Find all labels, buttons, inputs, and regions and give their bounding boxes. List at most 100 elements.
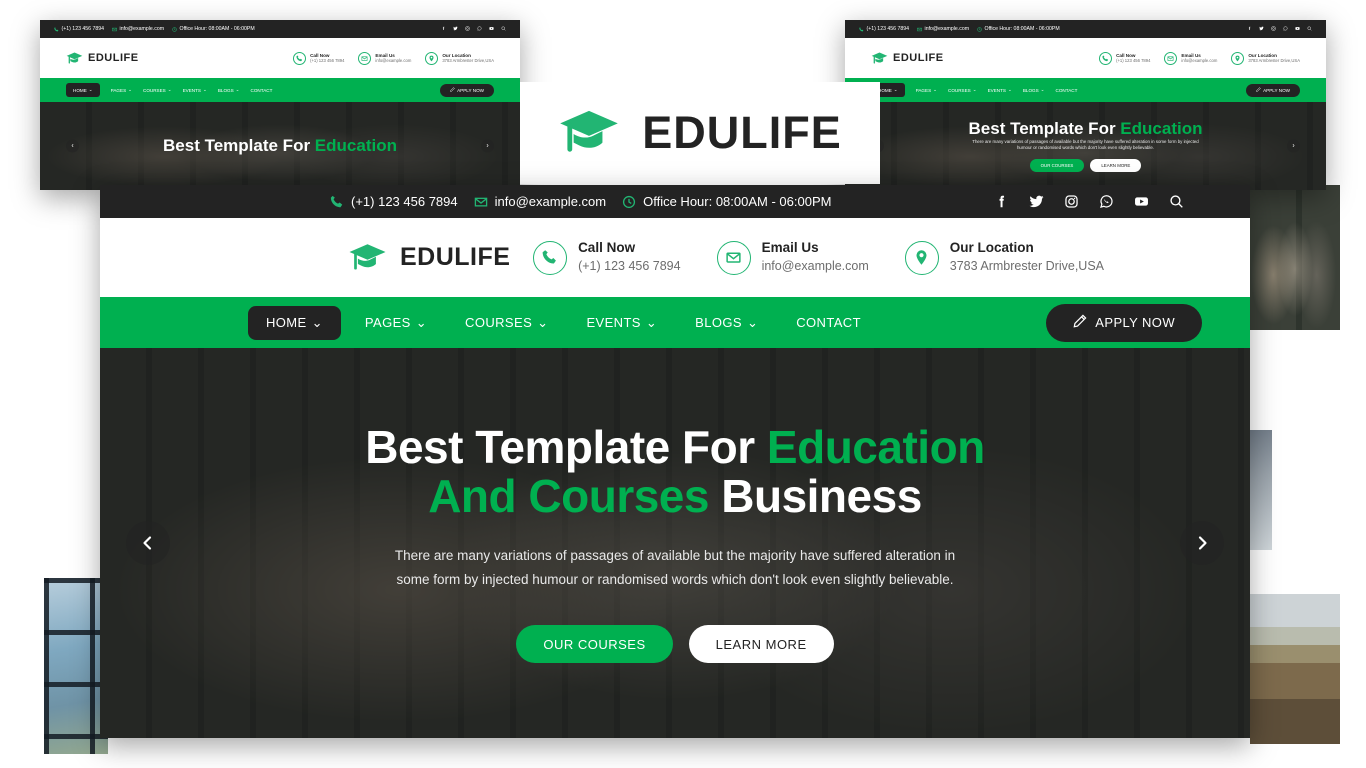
header-info-call[interactable]: Call Now (+1) 123 456 7894: [533, 240, 681, 275]
topbar-email[interactable]: info@example.com: [474, 194, 606, 209]
chevron-down-icon: ⌄: [311, 314, 323, 330]
screenshot-stage: (+1) 123 456 7894 info@example.com Offic…: [0, 0, 1366, 768]
instagram-icon[interactable]: [465, 25, 470, 33]
header-info-location[interactable]: Our Location 3783 Armbrester Drive,USA: [904, 240, 1104, 275]
envelope-icon: [358, 51, 372, 65]
topbar-email-label: info@example.com: [119, 26, 165, 32]
chevron-down-icon: ⌄: [1007, 87, 1012, 92]
twitter-icon[interactable]: [1029, 194, 1044, 209]
topbar-email[interactable]: info@example.com: [917, 26, 969, 32]
topbar-phone[interactable]: (+1) 123 456 7894: [859, 26, 909, 32]
twitter-icon[interactable]: [1259, 26, 1264, 33]
topbar-phone[interactable]: (+1) 123 456 7894: [330, 194, 458, 209]
nav-item-home[interactable]: HOME ⌄: [248, 305, 341, 340]
instagram-icon[interactable]: [1064, 194, 1079, 209]
chevron-down-icon: ⌄: [893, 87, 898, 92]
header-info-call[interactable]: Call Now (+1) 123 456 7894: [293, 51, 344, 65]
slider-next-button[interactable]: ›: [481, 139, 494, 153]
apply-now-button[interactable]: APPLY NOW: [1246, 83, 1300, 97]
youtube-icon[interactable]: [1134, 194, 1149, 209]
brand-name: EDULIFE: [88, 52, 139, 64]
nav-label: COURSES: [143, 87, 166, 93]
learn-more-button[interactable]: LEARN MORE: [1090, 158, 1142, 172]
graduation-cap-icon: [871, 52, 888, 65]
nav-item-blogs[interactable]: BLOGS ⌄: [1023, 87, 1045, 93]
phone-icon: [1099, 51, 1113, 65]
nav-item-events[interactable]: EVENTS ⌄: [988, 87, 1012, 93]
nav-item-pages[interactable]: PAGES ⌄: [916, 87, 937, 93]
nav-item-home[interactable]: HOME ⌄: [66, 83, 100, 97]
slider-next-button[interactable]: [1180, 521, 1224, 565]
background-photo-campus-right: [1250, 185, 1340, 330]
apply-now-button[interactable]: APPLY NOW: [1046, 303, 1202, 342]
apply-now-label: APPLY NOW: [1263, 87, 1290, 93]
instagram-icon[interactable]: [1271, 25, 1276, 33]
nav-item-contact[interactable]: CONTACT: [251, 88, 273, 93]
header-info-call[interactable]: Call Now (+1) 123 456 7894: [1099, 51, 1151, 65]
slider-prev-button[interactable]: ‹: [66, 139, 79, 153]
hero-title-line-1: Best Template For Education: [365, 422, 985, 473]
youtube-icon[interactable]: [489, 26, 494, 33]
search-icon[interactable]: [1307, 26, 1312, 33]
main-website-window[interactable]: (+1) 123 456 7894 info@example.com Offic…: [100, 185, 1250, 738]
topbar-phone[interactable]: (+1) 123 456 7894: [54, 26, 104, 32]
header-info-email[interactable]: Email Us info@example.com: [1164, 51, 1217, 65]
twitter-icon[interactable]: [453, 26, 458, 33]
brand-logo[interactable]: EDULIFE: [66, 52, 139, 65]
nav-item-courses[interactable]: COURSES ⌄: [143, 87, 172, 93]
our-courses-button[interactable]: OUR COURSES: [516, 625, 673, 664]
header-info-sub: (+1) 123 456 7894: [1116, 58, 1151, 64]
search-icon[interactable]: [1169, 194, 1184, 209]
nav-item-blogs[interactable]: BLOGS ⌄: [218, 87, 240, 93]
topbar-hours: Office Hour: 08:00AM - 06:00PM: [172, 26, 255, 32]
facebook-icon[interactable]: [441, 26, 446, 33]
nav-label: CONTACT: [250, 87, 273, 93]
learn-more-button[interactable]: LEARN MORE: [688, 625, 834, 664]
pencil-icon: [1073, 314, 1087, 331]
slider-next-button[interactable]: ›: [1287, 139, 1300, 153]
header-info-location[interactable]: Our Location 3783 Armbrester Drive,USA: [1231, 51, 1300, 65]
nav-item-events[interactable]: EVENTS ⌄: [572, 306, 671, 340]
brand-logo[interactable]: EDULIFE: [871, 52, 944, 65]
topbar-hours: Office Hour: 08:00AM - 06:00PM: [622, 194, 831, 209]
nav-item-events[interactable]: EVENTS ⌄: [183, 87, 207, 93]
our-courses-button[interactable]: OUR COURSES: [1029, 158, 1085, 172]
hero-title-line-2: And Courses Business: [365, 472, 985, 522]
facebook-icon[interactable]: [1247, 26, 1252, 33]
hero-title-accent: And Courses: [428, 470, 722, 523]
nav-item-pages[interactable]: PAGES ⌄: [111, 87, 132, 93]
nav-label: EVENTS: [586, 315, 641, 330]
slider-prev-button[interactable]: [126, 521, 170, 565]
header-info-email[interactable]: Email Us info@example.com: [716, 240, 869, 275]
brand-name: EDULIFE: [400, 243, 511, 271]
header-info-sub: info@example.com: [761, 259, 869, 274]
whatsapp-icon[interactable]: [477, 25, 482, 33]
envelope-icon: [1164, 51, 1178, 65]
youtube-icon[interactable]: [1295, 26, 1300, 33]
clock-icon: [622, 195, 636, 209]
background-window-left[interactable]: (+1) 123 456 7894 info@example.com Offic…: [40, 20, 520, 190]
header-bar: EDULIFE Call Now (+1) 123 456 7894 Email…: [40, 38, 520, 78]
facebook-icon[interactable]: [994, 194, 1009, 209]
hero-title-accent: Education: [1120, 119, 1203, 139]
chevron-down-icon: ⌄: [128, 87, 132, 92]
nav-list: HOME ⌄ PAGES ⌄ COURSES ⌄ EVENTS ⌄ BLOGS ⌄ CON…: [248, 305, 875, 340]
nav-item-contact[interactable]: CONTACT: [1056, 88, 1078, 93]
nav-item-blogs[interactable]: BLOGS ⌄: [681, 306, 772, 340]
nav-item-pages[interactable]: PAGES ⌄: [351, 306, 441, 340]
header-info-location[interactable]: Our Location 3783 Armbrester Drive,USA: [425, 51, 494, 65]
header-info-email[interactable]: Email Us info@example.com: [358, 51, 411, 65]
topbar-phone-label: (+1) 123 456 7894: [351, 194, 458, 209]
background-window-right[interactable]: (+1) 123 456 7894 info@example.com Offic…: [845, 20, 1326, 190]
nav-item-contact[interactable]: CONTACT: [782, 306, 875, 340]
nav-item-courses[interactable]: COURSES ⌄: [948, 87, 977, 93]
topbar-email[interactable]: info@example.com: [112, 26, 164, 32]
whatsapp-icon[interactable]: [1283, 25, 1288, 33]
nav-label: EVENTS: [182, 87, 201, 93]
search-icon[interactable]: [501, 26, 506, 33]
header-info-group: Call Now (+1) 123 456 7894 Email Us info…: [533, 240, 1104, 275]
nav-item-courses[interactable]: COURSES ⌄: [451, 306, 562, 340]
brand-logo[interactable]: EDULIFE: [348, 243, 510, 273]
whatsapp-icon[interactable]: [1099, 194, 1114, 209]
apply-now-button[interactable]: APPLY NOW: [440, 83, 494, 97]
